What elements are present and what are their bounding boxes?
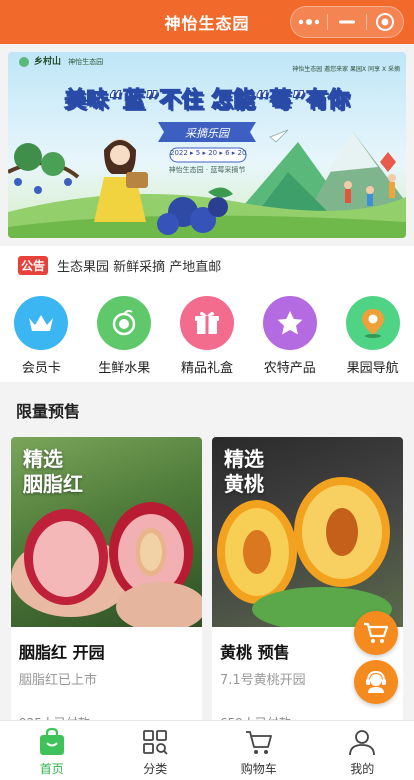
category-label: 农特产品 <box>263 361 316 376</box>
banner-top-right-text: 神怡生态园 邀您来家 果园X 同享 X 采摘 <box>292 66 400 73</box>
category-fresh-fruit[interactable]: 生鲜水果 <box>83 296 166 382</box>
category-orchard-nav[interactable]: 果园导航 <box>331 296 414 382</box>
page: 神怡生态园 乡村山 神怡生态园 神怡生态园 邀您来家 果园X 同享 X 采摘 美… <box>0 0 414 780</box>
product-image-tag: 精选 黄桃 <box>224 447 264 497</box>
tab-label: 分类 <box>143 762 168 776</box>
category-label: 生鲜水果 <box>98 361 151 376</box>
minus-icon <box>338 20 355 24</box>
float-service-button[interactable] <box>354 660 398 704</box>
user-icon <box>349 730 376 756</box>
nav-header: 神怡生态园 <box>0 0 414 44</box>
tag-line: 胭脂红 <box>23 472 83 496</box>
product-subtitle: 胭脂红已上市 <box>19 673 98 688</box>
cart-icon <box>245 731 272 754</box>
grid-search-icon <box>143 730 168 755</box>
category-specialty[interactable]: 农特产品 <box>248 296 331 382</box>
customer-service-icon <box>366 670 386 693</box>
banner-brand: 神怡生态园 <box>68 58 104 66</box>
banner-headline: 美味“蓝”不住 怎能“莓”有你 <box>64 88 351 114</box>
banner-logo-text: 乡村山 <box>34 57 62 67</box>
category-label: 会员卡 <box>21 361 61 376</box>
product-name: 胭脂红 开园 <box>19 643 105 662</box>
tab-cart[interactable]: 购物车 <box>207 721 311 780</box>
miniprogram-capsule <box>290 6 404 38</box>
notice-badge: 公告 <box>18 255 49 275</box>
product-card[interactable]: 精选 胭脂红 胭脂红 开园 胭脂红已上市 925人已付款 <box>11 437 202 737</box>
page-title: 神怡生态园 <box>164 14 250 33</box>
gift-icon <box>179 296 234 350</box>
bottom-tab-bar: 首页 分类 购物车 我的 <box>0 720 414 780</box>
banner-ribbon-text: 采摘乐园 <box>185 127 229 140</box>
minimize-button[interactable] <box>330 9 364 35</box>
banner-illustration <box>8 57 406 238</box>
tab-home[interactable]: 首页 <box>0 721 104 780</box>
tab-label: 我的 <box>350 762 375 776</box>
category-member-card[interactable]: 会员卡 <box>0 296 83 382</box>
banner-subtitle: 神怡生态园 · 蓝莓采摘节 <box>168 166 246 174</box>
fruit-icon <box>97 296 152 350</box>
product-image: 精选 黄桃 <box>212 437 403 627</box>
product-image-tag: 精选 胭脂红 <box>23 447 83 497</box>
tag-line: 精选 <box>224 447 264 471</box>
tag-line: 精选 <box>23 447 63 471</box>
banner-date: 2022 ▸ 5 ▸ 20 ▸ 6 ▸ 20 <box>170 149 247 157</box>
star-icon <box>262 296 317 350</box>
more-button[interactable] <box>292 9 326 35</box>
tab-category[interactable]: 分类 <box>104 721 208 780</box>
banner-logo: 乡村山 神怡生态园 <box>34 54 103 67</box>
notice-text: 生态果园 新鲜采摘 产地直邮 <box>57 259 222 275</box>
category-grid: 会员卡 生鲜水果 精品礼盒 农特产品 果园导航 <box>0 284 414 382</box>
close-button[interactable] <box>368 9 402 35</box>
category-label: 精品礼盒 <box>180 361 233 376</box>
home-bag-icon <box>39 727 64 755</box>
cart-icon <box>364 622 389 643</box>
tag-line: 黄桃 <box>224 472 264 496</box>
tab-mine[interactable]: 我的 <box>311 721 414 780</box>
crown-icon <box>14 296 69 350</box>
more-dots-icon <box>298 19 319 25</box>
tab-label: 首页 <box>39 762 64 776</box>
target-close-icon <box>376 13 395 31</box>
float-cart-button[interactable] <box>354 611 398 655</box>
product-image: 精选 胭脂红 <box>11 437 202 627</box>
category-gift-box[interactable]: 精品礼盒 <box>166 296 249 382</box>
tab-label: 购物车 <box>240 762 277 776</box>
promo-banner[interactable]: 乡村山 神怡生态园 神怡生态园 邀您来家 果园X 同享 X 采摘 美味“蓝”不住… <box>8 52 406 238</box>
location-pin-icon <box>345 296 400 350</box>
category-label: 果园导航 <box>346 361 399 376</box>
notice-bar[interactable]: 公告 生态果园 新鲜采摘 产地直邮 <box>0 246 414 284</box>
section-title: 限量预售 <box>16 402 81 421</box>
